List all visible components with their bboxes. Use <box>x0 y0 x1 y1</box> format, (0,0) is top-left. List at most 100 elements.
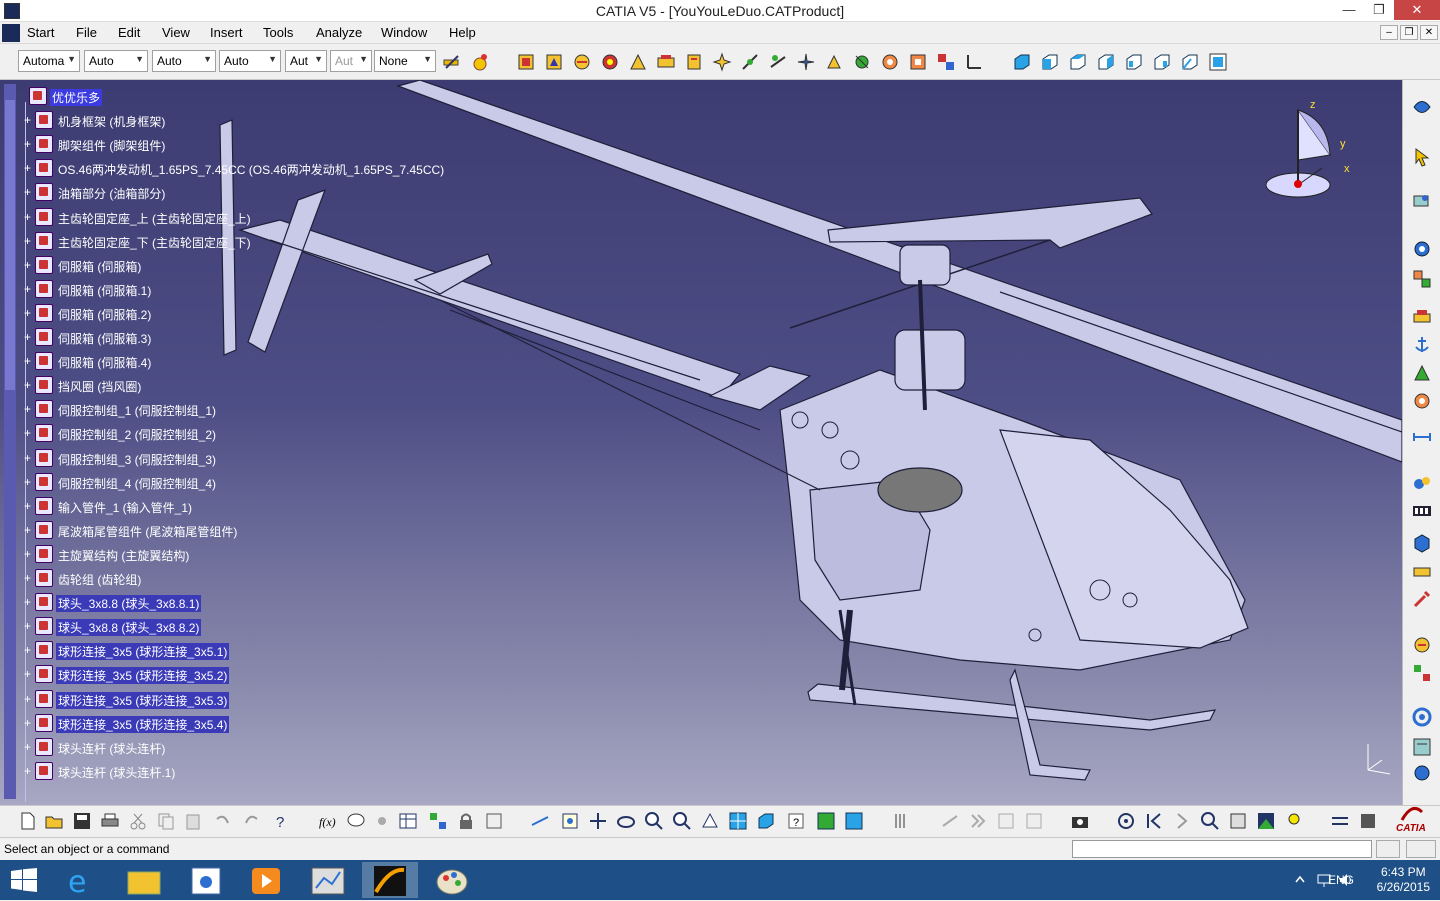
taskbar-file-explorer[interactable] <box>116 862 172 898</box>
taskbar-internet-explorer[interactable]: e <box>54 862 110 900</box>
taskbar-paint[interactable] <box>424 862 480 898</box>
center-graph-icon[interactable] <box>1024 811 1044 831</box>
tree-expand-toggle[interactable]: + <box>22 476 33 488</box>
open-folder-icon[interactable] <box>44 811 64 831</box>
front-view-icon[interactable] <box>1040 52 1060 72</box>
swirl-icon[interactable] <box>1411 706 1433 728</box>
section-view-icon[interactable] <box>1228 811 1248 831</box>
tree-expand-toggle[interactable]: + <box>22 668 33 680</box>
color-combo[interactable]: Automa ▼ <box>18 50 80 72</box>
tools-icon[interactable] <box>1411 588 1433 610</box>
coincidence-constraint-icon[interactable] <box>740 52 760 72</box>
fix-together-icon[interactable] <box>880 52 900 72</box>
point-type-combo[interactable]: Aut ▼ <box>285 50 327 72</box>
left-view-icon[interactable] <box>1096 52 1116 72</box>
input-language[interactable]: ENG <box>1328 873 1354 887</box>
tree-expand-toggle[interactable]: + <box>22 572 33 584</box>
deactivate-icon[interactable] <box>940 811 960 831</box>
command-cancel-button[interactable] <box>1406 840 1436 858</box>
tree-expand-toggle[interactable]: + <box>22 186 33 198</box>
reframe-icon[interactable] <box>996 811 1016 831</box>
3d-viewport[interactable]: 优优乐多 + 机身框架 (机身框架) + 脚架组件 (脚架组件) + OS.46两冲发动机_… <box>0 80 1402 805</box>
axis-system-icon[interactable] <box>964 52 984 72</box>
zoom-out-icon[interactable] <box>672 811 692 831</box>
menu-help[interactable]: Help <box>449 25 476 40</box>
formula-icon[interactable]: f(x) <box>318 811 338 831</box>
measure-icon[interactable] <box>484 811 504 831</box>
hide-show-icon[interactable] <box>844 811 864 831</box>
taskbar-clock[interactable]: 6:43 PM 6/26/2015 <box>1377 865 1430 895</box>
tree-expand-toggle[interactable]: + <box>22 524 33 536</box>
next-frame-icon[interactable] <box>1172 811 1192 831</box>
angle-constraint-icon[interactable] <box>824 52 844 72</box>
tree-expand-toggle[interactable]: + <box>22 331 33 343</box>
save-icon[interactable] <box>72 811 92 831</box>
taskbar-app-2[interactable] <box>300 862 356 898</box>
table-icon[interactable] <box>398 811 418 831</box>
layer-combo[interactable]: None ▼ <box>374 50 436 72</box>
doc-close-button[interactable]: ✕ <box>1420 25 1438 40</box>
generate-numbering-icon[interactable] <box>628 52 648 72</box>
tree-expand-toggle[interactable]: + <box>22 548 33 560</box>
snap-icon[interactable] <box>1411 238 1433 260</box>
publication-icon[interactable] <box>1411 736 1433 758</box>
anchor-icon[interactable] <box>1411 334 1433 356</box>
clash-icon[interactable] <box>1411 362 1433 384</box>
catalog-icon[interactable] <box>1411 532 1433 554</box>
command-input[interactable] <box>1072 840 1372 858</box>
product-knowledge-icon[interactable] <box>1411 762 1433 784</box>
stop-manipulate-icon[interactable] <box>1411 306 1433 328</box>
doc-minimize-button[interactable]: – <box>1380 25 1398 40</box>
distance-icon[interactable] <box>1411 426 1433 448</box>
select-arrow-icon[interactable] <box>1411 146 1433 168</box>
tree-expand-toggle[interactable]: + <box>22 620 33 632</box>
tree-expand-toggle[interactable]: + <box>22 114 33 126</box>
right-view-icon[interactable] <box>1124 52 1144 72</box>
fix-component-icon[interactable] <box>852 52 872 72</box>
target-icon[interactable] <box>1116 811 1136 831</box>
menu-analyze[interactable]: Analyze <box>316 25 362 40</box>
catalog-browser-icon[interactable] <box>1358 811 1378 831</box>
tree-expand-toggle[interactable]: + <box>22 355 33 367</box>
menu-file[interactable]: File <box>76 25 97 40</box>
lock-icon[interactable] <box>456 811 476 831</box>
tree-expand-toggle[interactable] <box>16 91 27 102</box>
windows-start-icon[interactable] <box>10 868 38 892</box>
command-stop-button[interactable] <box>1376 840 1400 858</box>
manipulation-icon[interactable] <box>1411 190 1433 212</box>
tree-expand-toggle[interactable]: + <box>22 379 33 391</box>
bill-of-material-icon[interactable] <box>1411 560 1433 582</box>
replace-component-icon[interactable] <box>572 52 592 72</box>
top-view-icon[interactable] <box>1152 52 1172 72</box>
tree-expand-toggle[interactable]: + <box>22 717 33 729</box>
tree-expand-toggle[interactable]: + <box>22 403 33 415</box>
tree-expand-toggle[interactable]: + <box>22 452 33 464</box>
environment-icon[interactable] <box>1256 811 1276 831</box>
view-mode-icon[interactable]: ? <box>786 811 806 831</box>
view-cube-icon[interactable] <box>756 811 776 831</box>
cut-icon[interactable] <box>128 811 148 831</box>
explode-icon[interactable] <box>1411 268 1433 290</box>
tree-expand-toggle[interactable]: + <box>22 259 33 271</box>
tree-expand-toggle[interactable]: + <box>22 741 33 753</box>
zoom-in-icon[interactable] <box>644 811 664 831</box>
selective-load-icon[interactable] <box>656 52 676 72</box>
help-icon[interactable]: ? <box>272 811 292 831</box>
tree-expand-toggle[interactable]: + <box>22 427 33 439</box>
shading-icon[interactable] <box>816 811 836 831</box>
tree-scrollbar-thumb[interactable] <box>5 100 15 390</box>
knowledge-icon[interactable] <box>372 811 392 831</box>
new-file-icon[interactable] <box>18 811 38 831</box>
manage-representations-icon[interactable] <box>684 52 704 72</box>
product-structure-icon[interactable] <box>516 52 536 72</box>
tree-expand-toggle[interactable]: + <box>22 596 33 608</box>
linetype-combo[interactable]: Auto ▼ <box>219 50 281 72</box>
light-icon[interactable] <box>1284 811 1304 831</box>
graphic-properties-icon[interactable] <box>470 52 490 72</box>
copy-icon[interactable] <box>156 811 176 831</box>
film-icon[interactable] <box>1411 500 1433 522</box>
tree-scrollbar[interactable] <box>4 84 16 799</box>
flexible-sub-assembly-icon[interactable] <box>936 52 956 72</box>
taskbar-catia[interactable] <box>362 862 418 898</box>
groups-icon[interactable] <box>1411 662 1433 684</box>
